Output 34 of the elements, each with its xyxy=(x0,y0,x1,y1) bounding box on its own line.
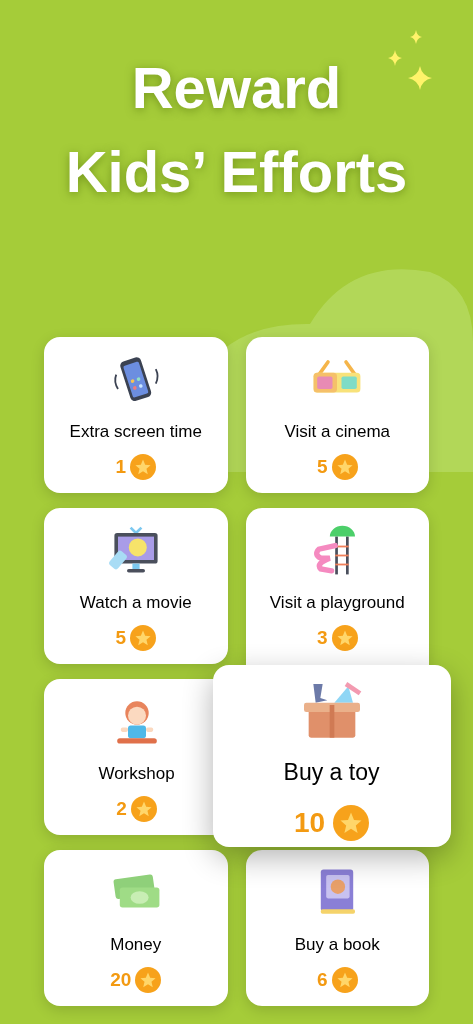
star-coin-icon xyxy=(333,804,370,841)
points-value: 10 xyxy=(293,805,326,840)
reward-card[interactable]: Extra screen time 1 xyxy=(44,337,228,493)
headline: Kids’ Efforts xyxy=(65,138,408,206)
star-coin-icon xyxy=(130,795,157,822)
points-value: 5 xyxy=(115,625,127,650)
reward-title: Buy a book xyxy=(294,934,380,956)
headline: Reward xyxy=(131,54,342,122)
star-coin-icon xyxy=(331,966,358,993)
points-value: 1 xyxy=(115,454,127,479)
reward-title: Visit a playground xyxy=(269,592,405,614)
star-coin-icon xyxy=(130,624,157,651)
reward-card[interactable]: Visit a cinema 5 xyxy=(245,337,429,493)
reward-card[interactable]: Visit a playground 3 xyxy=(245,508,429,665)
points-value: 20 xyxy=(110,967,132,992)
reward-card[interactable]: Workshop 2 xyxy=(44,679,214,835)
reward-title: Extra screen time xyxy=(69,421,202,443)
reward-title: Watch a movie xyxy=(79,592,192,614)
points-value: 3 xyxy=(316,625,328,650)
reward-title: Visit a cinema xyxy=(284,421,390,443)
reward-card[interactable]: Money 20 xyxy=(44,850,228,1006)
reward-title: Money xyxy=(110,934,162,956)
reward-card[interactable]: Buy a toy 10 xyxy=(212,665,451,847)
reward-card[interactable]: Buy a book 6 xyxy=(245,850,429,1006)
points-value: 5 xyxy=(316,454,328,479)
star-coin-icon xyxy=(331,453,358,480)
reward-card[interactable]: Watch a movie 5 xyxy=(44,508,228,664)
star-coin-icon xyxy=(135,966,162,993)
star-coin-icon xyxy=(130,453,157,480)
star-coin-icon xyxy=(331,624,358,651)
reward-title: Workshop xyxy=(98,763,175,785)
points-value: 2 xyxy=(116,796,127,821)
points-value: 6 xyxy=(316,967,328,992)
reward-title: Buy a toy xyxy=(283,758,380,787)
